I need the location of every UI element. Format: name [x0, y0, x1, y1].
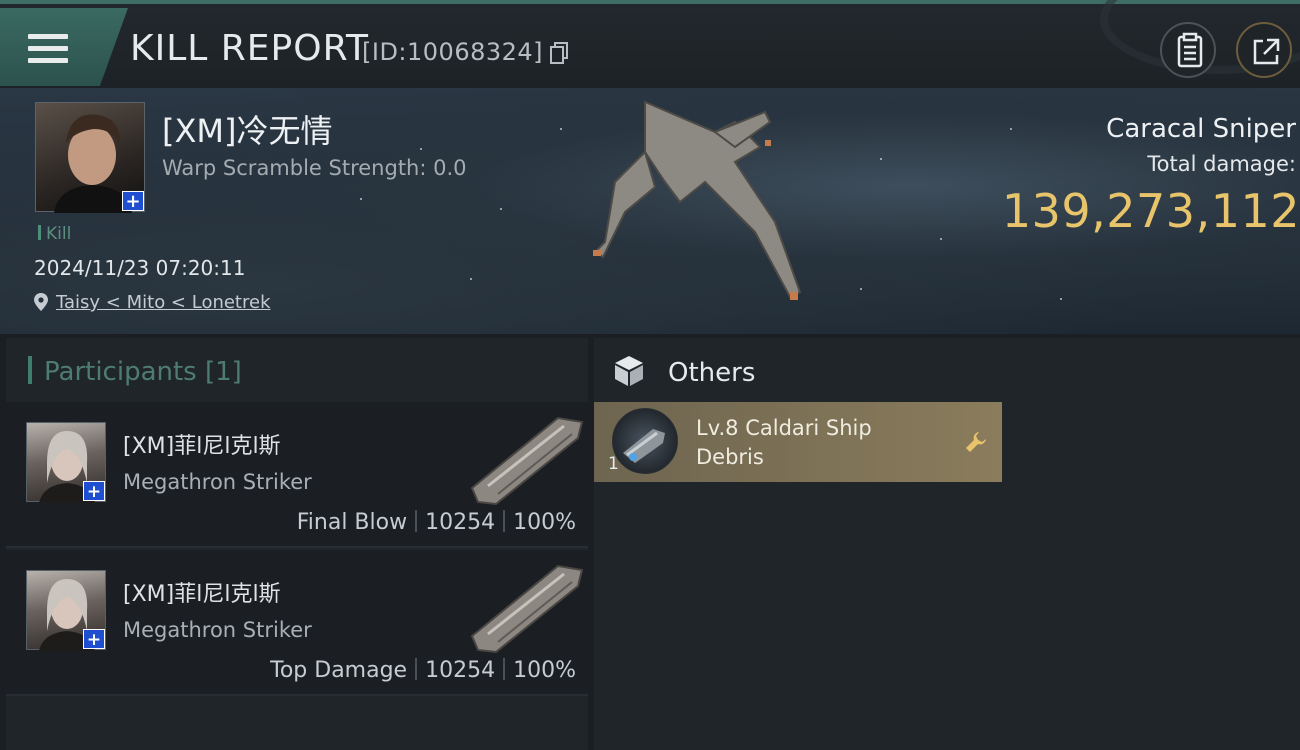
add-contact-badge[interactable]: + [83, 629, 105, 650]
participant-ship: Megathron Striker [123, 618, 312, 642]
kill-hero-banner: + [XM]冷无情 Warp Scramble Strength: 0.0 Ki… [0, 88, 1300, 334]
copy-icon[interactable] [550, 42, 568, 64]
share-icon [1253, 38, 1280, 65]
participant-ship: Megathron Striker [123, 470, 312, 494]
menu-button[interactable] [0, 8, 128, 86]
top-bar: KILL REPORT [ID:10068324] [0, 0, 1300, 88]
participant-role: Top Damage [270, 658, 408, 683]
participant-damage: 10254 [425, 658, 496, 683]
divider [415, 510, 418, 532]
participant-avatar[interactable]: + [26, 422, 106, 503]
location-link[interactable]: Taisy < Mito < Lonetrek [56, 292, 271, 313]
participant-name: [XM]菲l尼l克l斯 [123, 582, 281, 607]
participant-percent: 100% [513, 510, 576, 535]
kill-location[interactable]: Taisy < Mito < Lonetrek [34, 292, 271, 313]
item-name: Lv.8 Caldari Ship Debris [696, 416, 872, 469]
total-damage-label: Total damage: [1147, 152, 1296, 176]
wrench-icon[interactable] [964, 430, 988, 454]
warp-scramble-strength: Warp Scramble Strength: 0.0 [162, 156, 467, 180]
others-title: Others [668, 358, 756, 388]
divider [503, 510, 506, 532]
divider [415, 658, 418, 680]
participant-row[interactable]: + [XM]菲l尼l克l斯 Megathron Striker Top Dama… [6, 550, 588, 696]
victim-ship-name: Caracal Sniper [1106, 114, 1296, 144]
loot-item-card[interactable]: 1 Lv.8 Caldari Ship Debris [594, 402, 1002, 482]
add-contact-badge[interactable]: + [122, 191, 144, 212]
clipboard-button[interactable] [1160, 22, 1216, 78]
participant-avatar[interactable]: + [26, 570, 106, 651]
participants-header: Participants [1] [28, 356, 242, 387]
kill-tag-marker [38, 225, 41, 240]
report-id: [ID:10068324] [362, 38, 544, 66]
participants-count: [1] [205, 357, 242, 387]
item-icon [612, 408, 678, 474]
cube-icon [615, 356, 643, 386]
participant-stats: Final Blow 10254 100% [297, 510, 576, 535]
participants-label: Participants [44, 357, 197, 387]
kill-tag: Kill [38, 224, 71, 244]
participant-percent: 100% [513, 658, 576, 683]
participants-panel: Participants [1] + [XM]菲l尼l克l斯 Megathron… [6, 338, 588, 750]
kill-tag-label: Kill [46, 224, 72, 244]
participant-name: [XM]菲l尼l克l斯 [123, 434, 281, 459]
victim-name: [XM]冷无情 [162, 112, 333, 150]
share-button[interactable] [1236, 22, 1292, 78]
divider [503, 658, 506, 680]
page-title: KILL REPORT [130, 28, 369, 69]
hamburger-menu-icon [28, 34, 68, 68]
debris-icon [623, 429, 665, 463]
participant-ship-image [470, 416, 584, 506]
kill-datetime: 2024/11/23 07:20:11 [34, 256, 246, 280]
participant-damage: 10254 [425, 510, 496, 535]
victim-avatar[interactable]: + [35, 102, 145, 213]
section-marker [28, 356, 32, 384]
location-pin-icon [34, 293, 48, 311]
total-damage-value: 139,273,112 [1001, 184, 1300, 238]
clipboard-icon [1177, 32, 1203, 68]
item-quantity: 1 [608, 454, 619, 474]
participant-ship-image [470, 564, 584, 654]
participant-stats: Top Damage 10254 100% [270, 658, 576, 683]
participant-role: Final Blow [296, 510, 408, 535]
add-contact-badge[interactable]: + [83, 481, 105, 502]
others-panel: Others 1 Lv.8 Caldari Ship Debris [594, 338, 1300, 750]
victim-ship-image [593, 100, 802, 300]
participant-row[interactable]: + [XM]菲l尼l克l斯 Megathron Striker Final Bl… [6, 402, 588, 548]
